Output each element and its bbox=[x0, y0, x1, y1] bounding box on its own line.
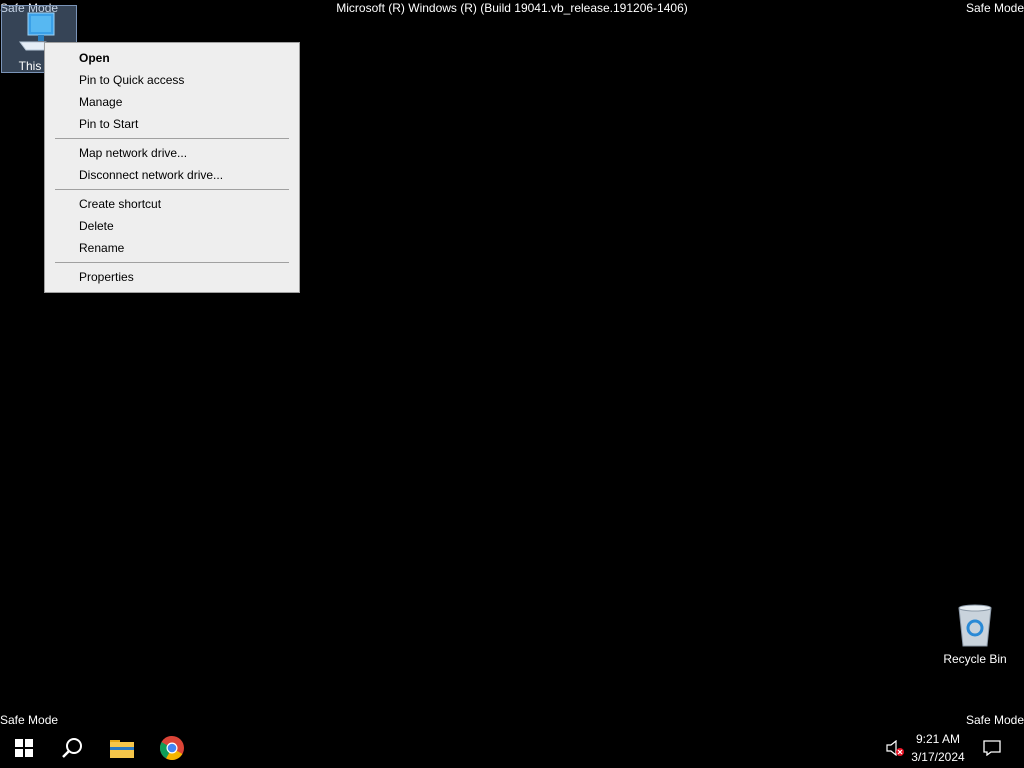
menu-item-rename[interactable]: Rename bbox=[79, 239, 124, 257]
volume-button[interactable] bbox=[884, 728, 906, 768]
safe-mode-label-bottom-right: Safe Mode bbox=[965, 713, 1024, 727]
menu-separator bbox=[55, 189, 289, 190]
menu-item-map-network-drive[interactable]: Map network drive... bbox=[79, 144, 187, 162]
search-icon bbox=[62, 738, 82, 758]
clock-date: 3/17/2024 bbox=[911, 750, 965, 764]
menu-item-delete[interactable]: Delete bbox=[79, 217, 114, 235]
taskbar-clock[interactable]: 9:21 AM 3/17/2024 bbox=[904, 730, 972, 766]
file-explorer-icon bbox=[110, 740, 134, 758]
file-explorer-button[interactable] bbox=[98, 728, 146, 768]
menu-item-pin-to-start[interactable]: Pin to Start bbox=[79, 115, 138, 133]
recycle-bin-desktop-icon[interactable]: Recycle Bin bbox=[938, 600, 1012, 670]
chrome-icon bbox=[160, 736, 184, 760]
menu-item-open[interactable]: Open bbox=[79, 49, 110, 67]
recycle-bin-icon bbox=[958, 604, 992, 647]
menu-item-disconnect-network-drive[interactable]: Disconnect network drive... bbox=[79, 166, 223, 184]
taskbar: 9:21 AM 3/17/2024 bbox=[0, 728, 1024, 768]
action-center-button[interactable] bbox=[978, 728, 1006, 768]
menu-separator bbox=[55, 262, 289, 263]
safe-mode-label-bottom-left: Safe Mode bbox=[0, 713, 59, 727]
windows-start-icon bbox=[15, 739, 33, 757]
recycle-bin-label: Recycle Bin bbox=[943, 652, 1007, 666]
menu-item-pin-to-quick-access[interactable]: Pin to Quick access bbox=[79, 71, 184, 89]
context-menu: Open Pin to Quick access Manage Pin to S… bbox=[44, 42, 300, 293]
menu-separator bbox=[55, 138, 289, 139]
search-button[interactable] bbox=[48, 728, 96, 768]
menu-item-create-shortcut[interactable]: Create shortcut bbox=[79, 195, 161, 213]
safe-mode-label-top-right: Safe Mode bbox=[965, 1, 1024, 15]
menu-item-properties[interactable]: Properties bbox=[79, 268, 134, 286]
chrome-button[interactable] bbox=[148, 728, 196, 768]
menu-item-manage[interactable]: Manage bbox=[79, 93, 122, 111]
volume-muted-icon bbox=[886, 740, 904, 756]
action-center-icon bbox=[983, 740, 1001, 756]
clock-time: 9:21 AM bbox=[915, 732, 961, 746]
build-watermark: Microsoft (R) Windows (R) (Build 19041.v… bbox=[336, 1, 688, 15]
start-button[interactable] bbox=[0, 728, 48, 768]
